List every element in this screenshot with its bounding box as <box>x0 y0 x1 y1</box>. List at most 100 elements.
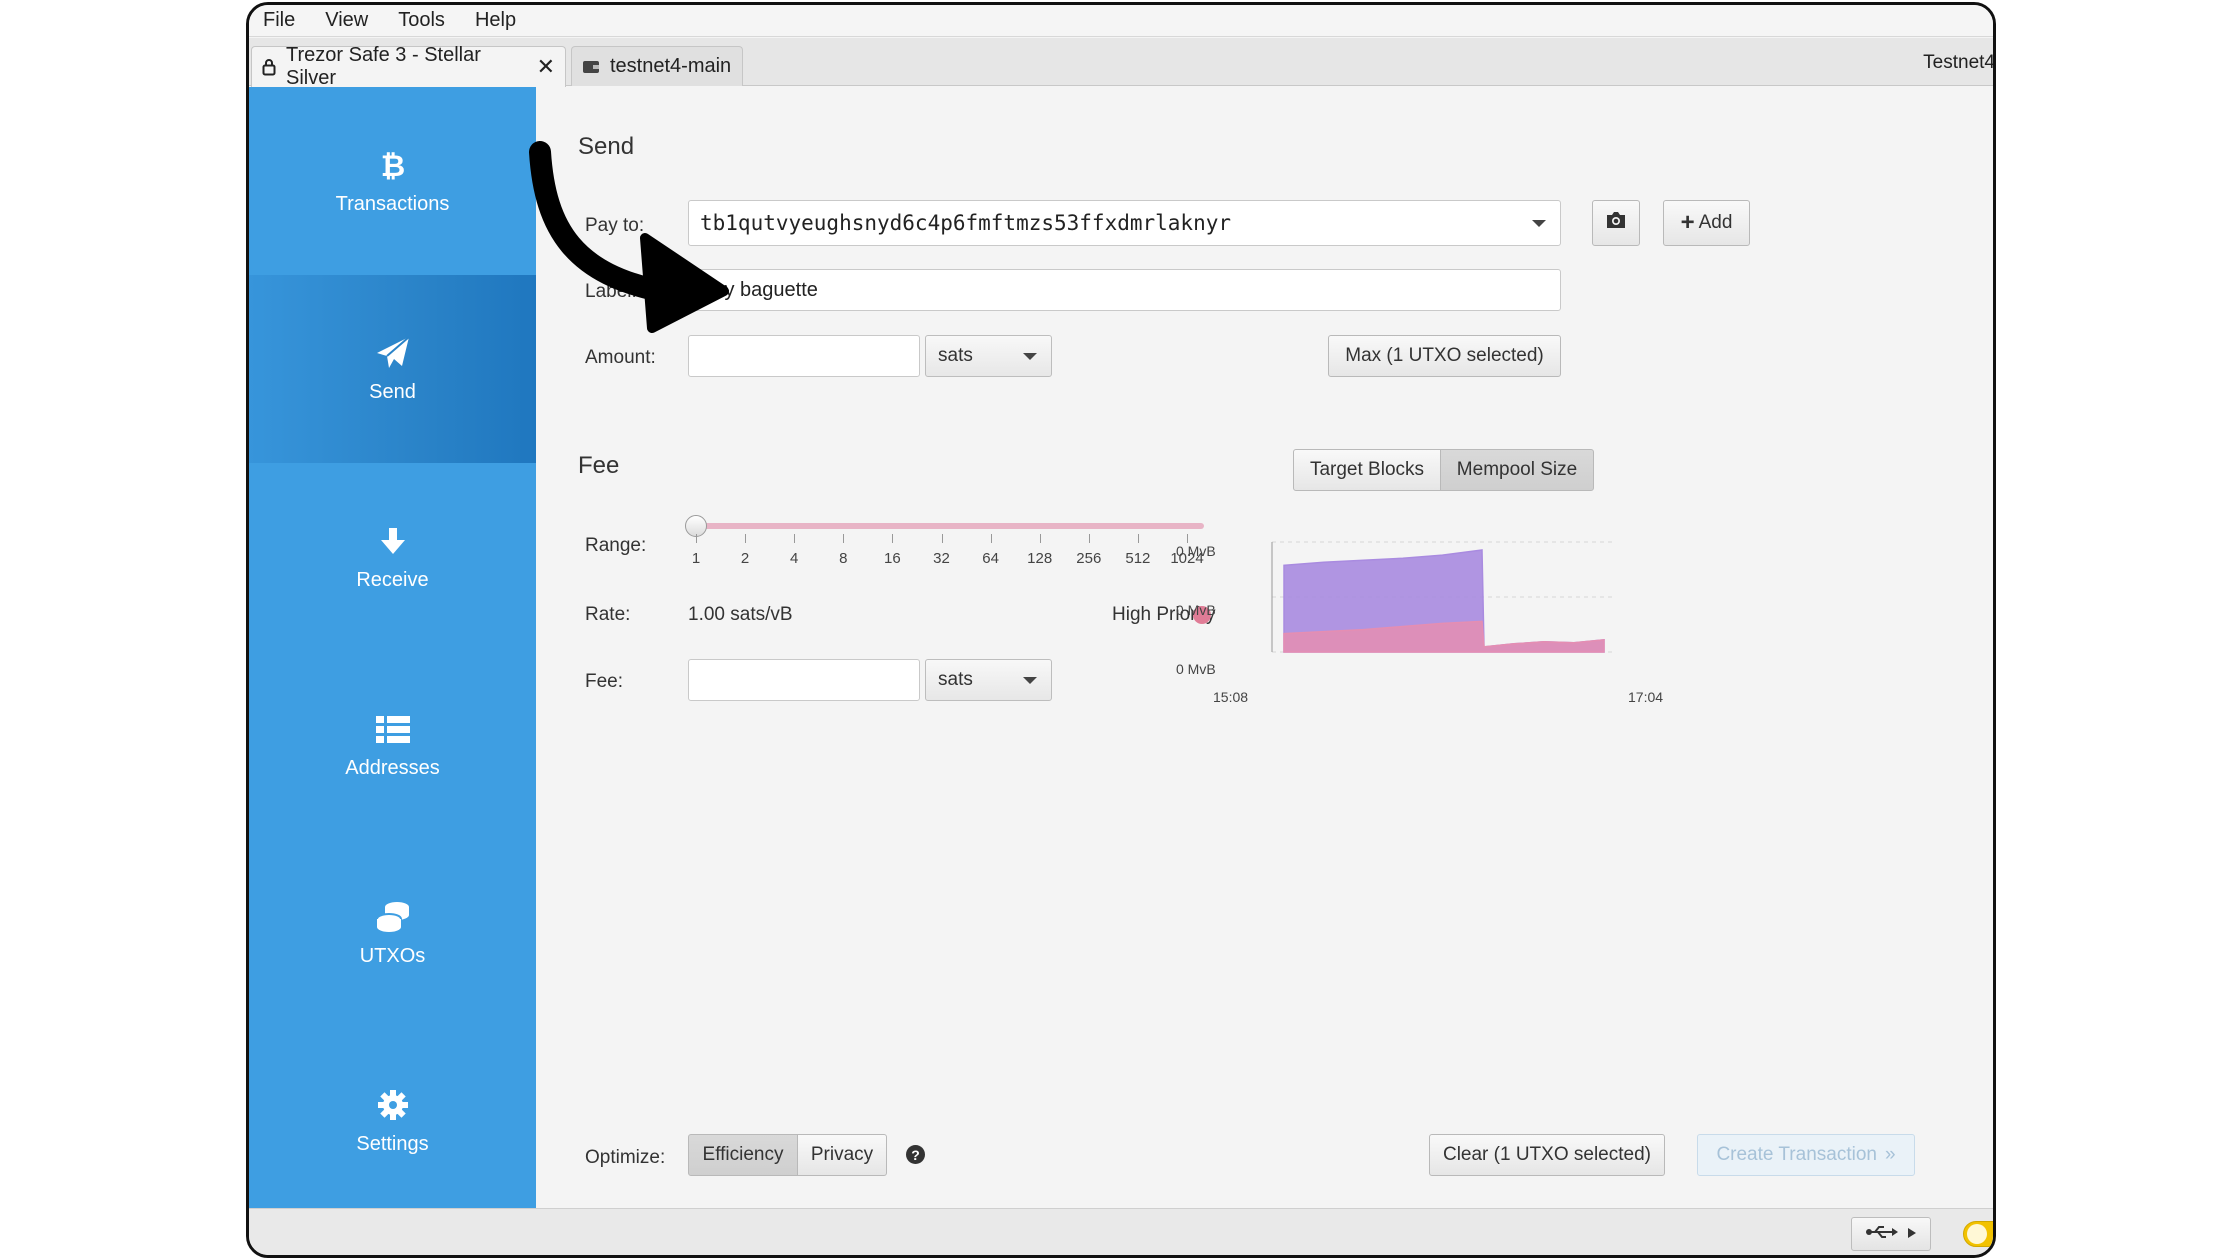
range-tick-label: 128 <box>1027 550 1053 567</box>
chart-x-tick-start: 15:08 <box>1213 689 1249 705</box>
tab-trezor-wallet[interactable]: Trezor Safe 3 - Stellar Silver ✕ <box>251 44 566 89</box>
optimize-efficiency-button[interactable]: Efficiency <box>688 1134 798 1176</box>
usb-device-button[interactable] <box>1851 1217 1931 1251</box>
fee-unit-select[interactable]: sats <box>925 659 1052 701</box>
fee-range-slider[interactable] <box>696 523 1204 529</box>
send-panel: Send Pay to: tb1qutvyeughsnyd6c4p6fmftmz… <box>536 87 1993 1211</box>
double-chevron-right-icon: » <box>1884 1144 1896 1165</box>
pay-to-value: tb1qutvyeughsnyd6c4p6fmftmzs53ffxdmrlakn… <box>700 211 1232 235</box>
camera-icon <box>1605 211 1627 235</box>
network-label: Testnet4 <box>1923 52 1995 73</box>
sidebar-item-transactions[interactable]: ₿ Transactions <box>249 87 536 275</box>
svg-text:₿: ₿ <box>381 149 405 182</box>
range-tick-label: 16 <box>884 550 901 567</box>
pay-to-label: Pay to: <box>585 215 645 236</box>
label-input[interactable]: Buy baguette <box>688 269 1561 311</box>
range-tick <box>1137 534 1139 543</box>
rate-label: Rate: <box>585 604 631 625</box>
sidebar-item-receive[interactable]: Receive <box>249 463 536 651</box>
sidebar-item-utxos[interactable]: UTXOs <box>249 839 536 1027</box>
triangle-right-icon <box>1908 1225 1916 1243</box>
range-tick <box>745 534 747 543</box>
list-icon <box>375 711 410 747</box>
range-tick <box>1039 534 1041 543</box>
amount-label: Amount: <box>585 347 656 368</box>
range-tick-label: 4 <box>790 550 799 567</box>
wallet-icon <box>582 60 600 74</box>
fee-unit-value: sats <box>938 669 973 690</box>
target-blocks-toggle[interactable]: Target Blocks <box>1293 449 1441 491</box>
pay-to-input[interactable]: tb1qutvyeughsnyd6c4p6fmftmzs53ffxdmrlakn… <box>688 200 1561 246</box>
chart-y-tick-mid: 0 MvB <box>1176 602 1216 618</box>
amount-input[interactable] <box>688 335 920 377</box>
tab-testnet4-main[interactable]: testnet4-main <box>571 46 743 86</box>
paper-plane-icon <box>375 335 411 371</box>
range-tick <box>892 534 894 543</box>
create-transaction-label: Create Transaction <box>1716 1144 1877 1165</box>
scan-qr-button[interactable] <box>1592 200 1640 246</box>
range-tick-label: 256 <box>1076 550 1102 567</box>
menu-file[interactable]: File <box>263 9 295 32</box>
tab-testnet4-label: testnet4-main <box>610 55 732 77</box>
bitcoin-icon: ₿ <box>381 147 405 183</box>
plus-icon: + <box>1680 209 1695 236</box>
range-tick <box>1187 534 1188 543</box>
menu-help[interactable]: Help <box>475 9 516 32</box>
toggle-knob <box>1967 1224 1987 1244</box>
sidebar-item-addresses[interactable]: Addresses <box>249 651 536 839</box>
label-field-label: Label: <box>585 281 637 302</box>
amount-unit-value: sats <box>938 345 973 366</box>
sidebar-label-receive: Receive <box>356 568 429 591</box>
chart-y-tick-top: 0 MvB <box>1176 543 1216 559</box>
chevron-down-icon[interactable] <box>1532 220 1546 227</box>
range-label: Range: <box>585 535 647 556</box>
chevron-down-icon <box>1023 677 1037 684</box>
chevron-down-icon <box>1023 353 1037 360</box>
coins-icon <box>375 899 411 935</box>
status-bar <box>249 1208 1993 1255</box>
fee-input[interactable] <box>688 659 920 701</box>
sidebar-label-settings: Settings <box>356 1132 429 1155</box>
mempool-chart <box>1271 541 1612 653</box>
range-tick-label: 32 <box>933 550 950 567</box>
tab-trezor-label: Trezor Safe 3 - Stellar Silver <box>286 44 481 89</box>
chart-y-tick-bottom: 0 MvB <box>1176 661 1216 677</box>
create-transaction-button[interactable]: Create Transaction » <box>1697 1134 1915 1176</box>
menu-bar: File View Tools Help <box>249 5 1993 37</box>
rate-value: 1.00 sats/vB <box>688 604 793 625</box>
label-value: Buy baguette <box>700 278 818 301</box>
app-window: File View Tools Help Trezor Safe 3 - Ste… <box>246 2 1996 1258</box>
tab-bar: Trezor Safe 3 - Stellar Silver ✕ testnet… <box>249 38 1995 89</box>
sidebar-label-utxos: UTXOs <box>359 944 426 967</box>
add-recipient-button[interactable]: + Add <box>1663 200 1750 246</box>
server-toggle[interactable] <box>1963 1221 1993 1247</box>
amount-unit-select[interactable]: sats <box>925 335 1052 377</box>
sidebar-label-send: Send <box>369 380 416 403</box>
sidebar: ₿ Transactions Send Receive Addresses UT… <box>249 87 536 1211</box>
sidebar-label-transactions: Transactions <box>335 192 450 215</box>
range-tick <box>990 534 992 543</box>
range-tick <box>794 534 796 543</box>
optimize-label: Optimize: <box>585 1147 666 1168</box>
close-icon[interactable]: ✕ <box>537 54 555 80</box>
max-amount-button[interactable]: Max (1 UTXO selected) <box>1328 335 1561 377</box>
send-section-title: Send <box>578 133 635 160</box>
menu-view[interactable]: View <box>325 9 368 32</box>
lock-icon <box>262 58 276 76</box>
menu-tools[interactable]: Tools <box>398 9 445 32</box>
help-icon[interactable]: ? <box>906 1145 925 1164</box>
range-tick <box>843 534 845 543</box>
chart-x-tick-end: 17:04 <box>1628 689 1664 705</box>
clear-button[interactable]: Clear (1 UTXO selected) <box>1429 1134 1665 1176</box>
range-tick-label: 8 <box>839 550 848 567</box>
sidebar-item-settings[interactable]: Settings <box>249 1027 536 1215</box>
add-button-label: Add <box>1698 212 1733 233</box>
range-tick-label: 2 <box>740 550 750 567</box>
sidebar-item-send[interactable]: Send <box>249 275 536 463</box>
fee-section-title: Fee <box>578 452 620 479</box>
range-tick-label: 1 <box>691 550 701 567</box>
mempool-size-toggle[interactable]: Mempool Size <box>1440 449 1594 491</box>
range-tick-label: 512 <box>1125 550 1151 567</box>
optimize-privacy-button[interactable]: Privacy <box>797 1134 887 1176</box>
gear-icon <box>377 1087 409 1123</box>
